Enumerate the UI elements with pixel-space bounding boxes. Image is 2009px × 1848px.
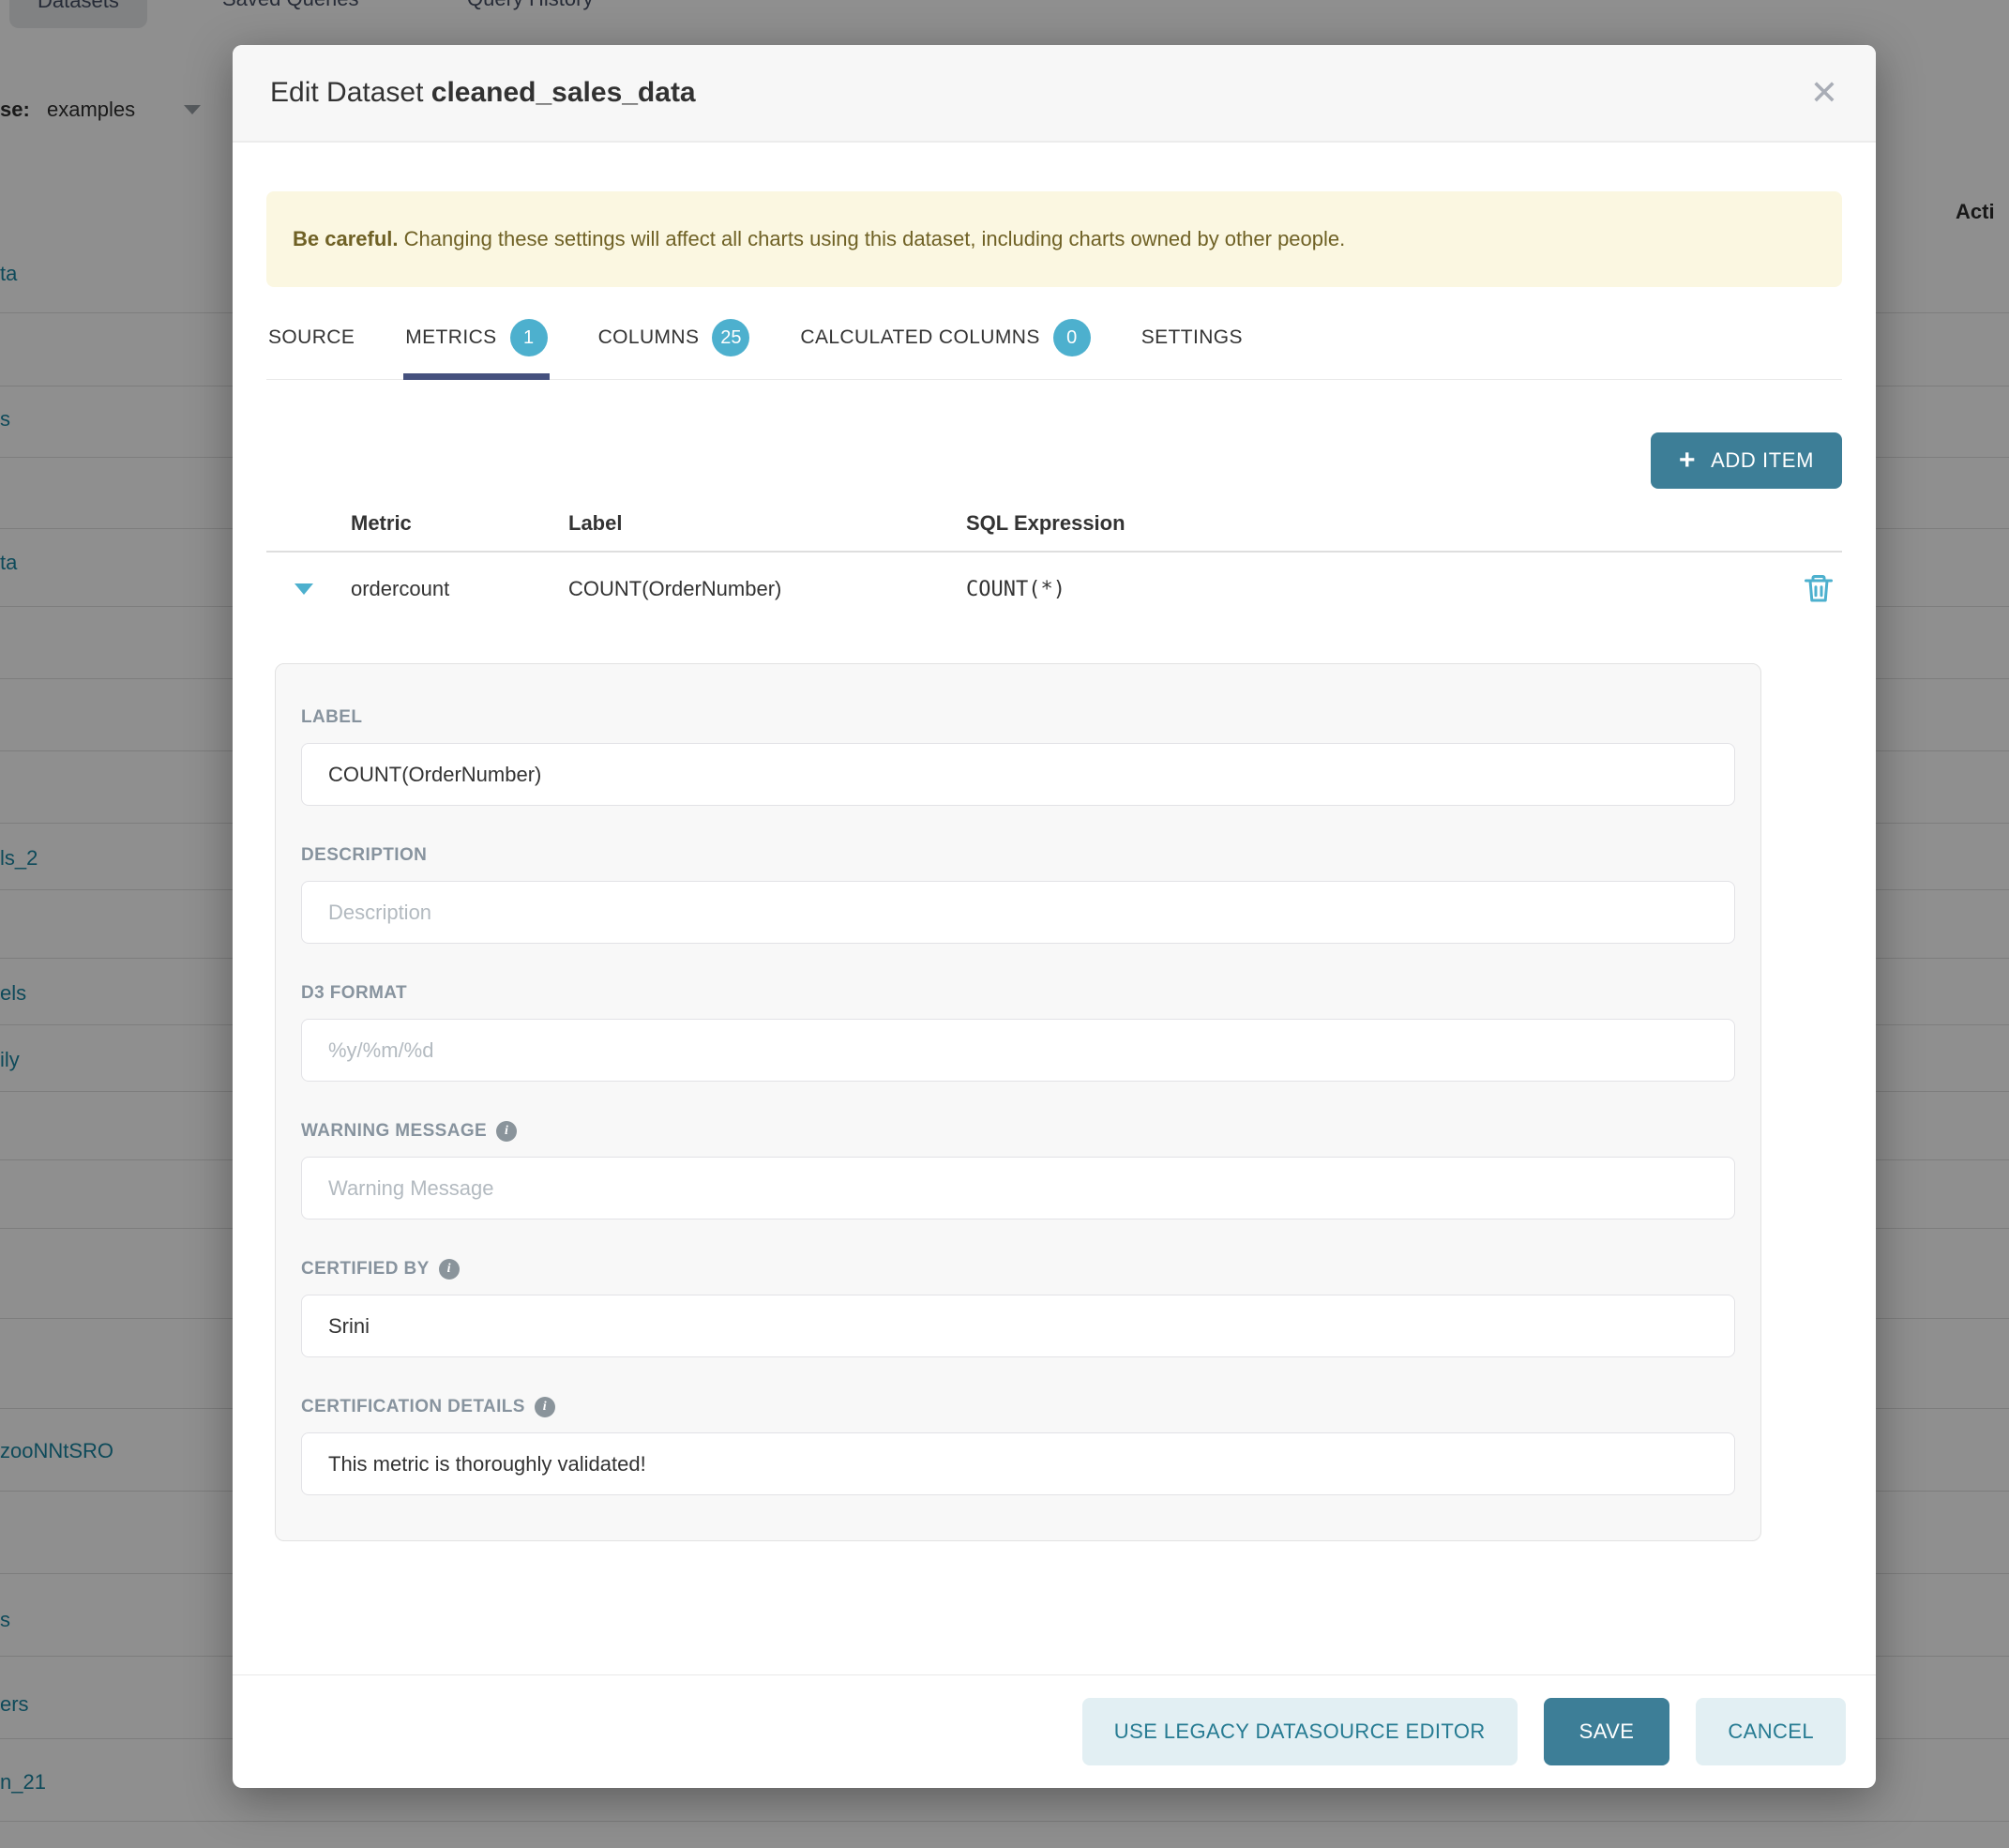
field-description: DESCRIPTION bbox=[301, 845, 1735, 944]
tab-metrics-label: METRICS bbox=[405, 326, 496, 349]
tab-settings-label: SETTINGS bbox=[1141, 326, 1243, 349]
cancel-button[interactable]: CANCEL bbox=[1696, 1698, 1846, 1765]
add-item-button[interactable]: + ADD ITEM bbox=[1651, 432, 1842, 489]
metrics-table-header: Metric Label SQL Expression bbox=[266, 511, 1842, 536]
metric-row-ordercount: ordercount COUNT(OrderNumber) COUNT(*) bbox=[266, 553, 1842, 626]
description-input[interactable] bbox=[301, 881, 1735, 944]
tab-columns[interactable]: COLUMNS 25 bbox=[597, 319, 752, 379]
modal-title-dataset-name: cleaned_sales_data bbox=[431, 77, 696, 108]
trash-icon bbox=[1802, 572, 1835, 606]
field-certification-details-caption: CERTIFICATION DETAILS i bbox=[301, 1397, 1735, 1417]
field-label: LABEL bbox=[301, 707, 1735, 806]
field-certified-by-caption: CERTIFIED BY i bbox=[301, 1259, 1735, 1280]
modal-body: Be careful. Changing these settings will… bbox=[233, 143, 1876, 1674]
field-certification-details: CERTIFICATION DETAILS i bbox=[301, 1397, 1735, 1495]
edit-dataset-modal: Edit Dataset cleaned_sales_data ✕ Be car… bbox=[233, 45, 1876, 1788]
metric-sql-expression: COUNT(*) bbox=[966, 578, 1795, 601]
col-header-sql-expression: SQL Expression bbox=[966, 511, 1795, 536]
metric-detail-panel: LABEL DESCRIPTION D3 FORMAT WARNING MESS… bbox=[275, 663, 1761, 1541]
delete-metric-button[interactable] bbox=[1795, 572, 1842, 606]
info-icon[interactable]: i bbox=[496, 1121, 517, 1142]
field-description-caption-text: DESCRIPTION bbox=[301, 845, 427, 866]
metric-label: COUNT(OrderNumber) bbox=[568, 577, 966, 601]
warning-message-input[interactable] bbox=[301, 1157, 1735, 1219]
label-input[interactable] bbox=[301, 743, 1735, 806]
field-description-caption: DESCRIPTION bbox=[301, 845, 1735, 866]
use-legacy-datasource-editor-button[interactable]: USE LEGACY DATASOURCE EDITOR bbox=[1082, 1698, 1518, 1765]
field-label-caption: LABEL bbox=[301, 707, 1735, 728]
tab-settings[interactable]: SETTINGS bbox=[1140, 319, 1245, 379]
tab-columns-label: COLUMNS bbox=[598, 326, 700, 349]
tab-calculated-columns-label: CALCULATED COLUMNS bbox=[800, 326, 1039, 349]
info-icon[interactable]: i bbox=[535, 1397, 555, 1417]
field-certified-by: CERTIFIED BY i bbox=[301, 1259, 1735, 1357]
modal-title-prefix: Edit Dataset bbox=[270, 77, 423, 108]
field-d3-format-caption-text: D3 FORMAT bbox=[301, 983, 407, 1004]
tab-source[interactable]: SOURCE bbox=[266, 319, 356, 379]
add-item-label: ADD ITEM bbox=[1711, 448, 1814, 473]
modal-header: Edit Dataset cleaned_sales_data ✕ bbox=[233, 45, 1876, 143]
field-warning-message-caption-text: WARNING MESSAGE bbox=[301, 1121, 487, 1142]
plus-icon: + bbox=[1679, 447, 1696, 475]
tab-calculated-columns-count-badge: 0 bbox=[1053, 319, 1091, 356]
tab-metrics[interactable]: METRICS 1 bbox=[403, 319, 549, 379]
d3-format-input[interactable] bbox=[301, 1019, 1735, 1082]
field-label-caption-text: LABEL bbox=[301, 707, 362, 728]
warning-banner-bold: Be careful. bbox=[293, 227, 399, 250]
warning-banner: Be careful. Changing these settings will… bbox=[266, 191, 1842, 287]
tab-columns-count-badge: 25 bbox=[712, 319, 749, 356]
certification-details-input[interactable] bbox=[301, 1432, 1735, 1495]
field-certified-by-caption-text: CERTIFIED BY bbox=[301, 1259, 430, 1280]
field-certification-details-caption-text: CERTIFICATION DETAILS bbox=[301, 1397, 525, 1417]
field-warning-message: WARNING MESSAGE i bbox=[301, 1121, 1735, 1219]
tab-metrics-count-badge: 1 bbox=[510, 319, 548, 356]
col-header-metric: Metric bbox=[351, 511, 568, 536]
info-icon[interactable]: i bbox=[439, 1259, 460, 1280]
save-button[interactable]: SAVE bbox=[1544, 1698, 1670, 1765]
active-tab-underline bbox=[403, 373, 549, 380]
tab-calculated-columns[interactable]: CALCULATED COLUMNS 0 bbox=[798, 319, 1092, 379]
field-d3-format: D3 FORMAT bbox=[301, 983, 1735, 1082]
modal-footer: USE LEGACY DATASOURCE EDITOR SAVE CANCEL bbox=[233, 1674, 1876, 1788]
collapse-caret-icon[interactable] bbox=[295, 583, 313, 595]
dataset-editor-tabs: SOURCE METRICS 1 COLUMNS 25 CALCULATED C… bbox=[266, 319, 1842, 380]
close-icon[interactable]: ✕ bbox=[1810, 76, 1838, 110]
certified-by-input[interactable] bbox=[301, 1295, 1735, 1357]
field-warning-message-caption: WARNING MESSAGE i bbox=[301, 1121, 1735, 1142]
warning-banner-text: Changing these settings will affect all … bbox=[399, 227, 1346, 250]
tab-source-label: SOURCE bbox=[268, 326, 355, 349]
modal-title: Edit Dataset cleaned_sales_data bbox=[270, 77, 696, 109]
metric-name: ordercount bbox=[351, 577, 568, 601]
field-d3-format-caption: D3 FORMAT bbox=[301, 983, 1735, 1004]
col-header-label: Label bbox=[568, 511, 966, 536]
